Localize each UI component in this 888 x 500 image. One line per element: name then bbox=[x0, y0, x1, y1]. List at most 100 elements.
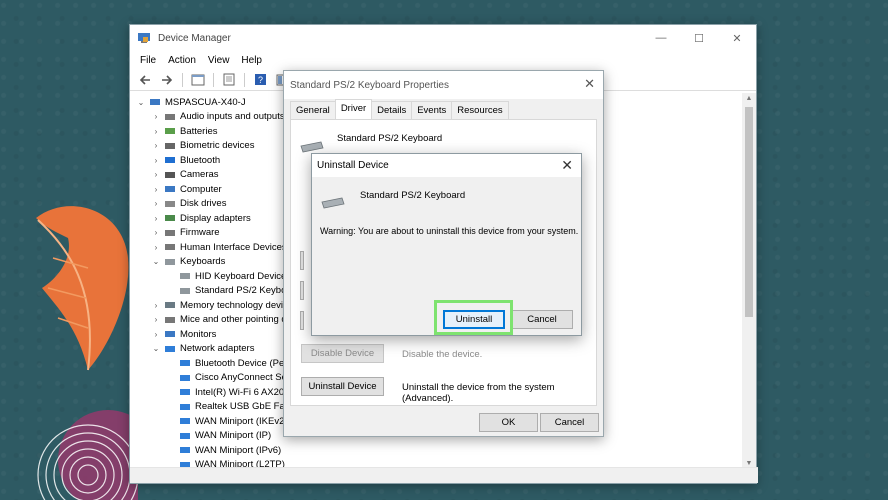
back-button[interactable] bbox=[136, 72, 154, 88]
menu-view[interactable]: View bbox=[202, 55, 236, 66]
uninstall-warning: Warning: You are about to uninstall this… bbox=[320, 226, 579, 236]
tree-item[interactable]: WAN Miniport (IPv6) bbox=[130, 443, 744, 458]
toolbar-separator bbox=[213, 72, 214, 87]
device-manager-icon bbox=[138, 33, 150, 43]
horizontal-scrollbar[interactable] bbox=[130, 467, 758, 483]
computer-icon bbox=[150, 99, 160, 106]
menu-help[interactable]: Help bbox=[235, 55, 268, 66]
network-icon bbox=[180, 374, 190, 381]
chevron-down-icon[interactable]: ⌄ bbox=[151, 344, 161, 353]
chevron-right-icon[interactable]: › bbox=[151, 156, 161, 165]
tree-item-label: Display adapters bbox=[180, 212, 251, 224]
scroll-up-icon[interactable]: ▲ bbox=[742, 95, 756, 102]
maximize-button[interactable]: ☐ bbox=[680, 25, 718, 51]
network-icon bbox=[180, 403, 190, 410]
chevron-right-icon[interactable]: › bbox=[151, 228, 161, 237]
leaf-decoration bbox=[36, 206, 129, 371]
chevron-down-icon[interactable]: ⌄ bbox=[151, 257, 161, 266]
update-driver-button-edge[interactable] bbox=[300, 251, 304, 270]
chevron-right-icon[interactable]: › bbox=[151, 112, 161, 121]
keyboard-icon bbox=[300, 141, 324, 153]
chevron-right-icon[interactable]: › bbox=[151, 141, 161, 150]
swirl-decoration bbox=[37, 410, 138, 500]
keyboard-icon bbox=[180, 287, 190, 294]
network-icon bbox=[180, 418, 190, 425]
hid-icon bbox=[165, 244, 175, 251]
memory-icon bbox=[165, 302, 175, 309]
disk-icon bbox=[165, 200, 175, 207]
chevron-right-icon[interactable]: › bbox=[151, 185, 161, 194]
scrollbar-thumb[interactable] bbox=[745, 107, 753, 317]
keyboard-icon bbox=[165, 258, 175, 265]
biometric-icon bbox=[165, 142, 175, 149]
cancel-button[interactable]: Cancel bbox=[540, 413, 599, 432]
help-button[interactable]: ? bbox=[251, 72, 269, 88]
properties-button[interactable] bbox=[220, 72, 238, 88]
disable-device-button[interactable]: Disable Device bbox=[301, 344, 384, 363]
uninstall-device-name: Standard PS/2 Keyboard bbox=[360, 190, 466, 201]
close-button[interactable]: ✕ bbox=[718, 25, 756, 51]
tree-item-label: WAN Miniport (IP) bbox=[195, 430, 272, 442]
network-icon bbox=[180, 432, 190, 439]
properties-tabs: General Driver Details Events Resources bbox=[290, 99, 509, 121]
properties-icon bbox=[223, 73, 235, 86]
vertical-scrollbar[interactable]: ▲ ▼ bbox=[742, 93, 756, 469]
chevron-right-icon[interactable]: › bbox=[151, 170, 161, 179]
minimize-button[interactable]: — bbox=[642, 25, 680, 51]
show-hide-tree-button[interactable] bbox=[189, 72, 207, 88]
uninstall-close-icon[interactable]: ✕ bbox=[561, 157, 573, 174]
disable-device-desc: Disable the device. bbox=[402, 349, 483, 360]
driver-details-button-edge[interactable] bbox=[300, 311, 304, 330]
properties-title: Standard PS/2 Keyboard Properties bbox=[284, 71, 603, 99]
tree-item-label: Biometric devices bbox=[180, 140, 255, 152]
tree-item-label: Computer bbox=[180, 183, 222, 195]
chevron-right-icon[interactable]: › bbox=[151, 243, 161, 252]
keyboard-icon bbox=[321, 197, 345, 209]
tab-resources[interactable]: Resources bbox=[451, 101, 509, 121]
uninstall-device-desc: Uninstall the device from the system (Ad… bbox=[402, 382, 555, 404]
tree-item-label: Cameras bbox=[180, 169, 219, 181]
tree-item-label: Human Interface Devices bbox=[180, 241, 287, 253]
display-adapter-icon bbox=[165, 215, 175, 222]
tree-item-label: MSPASCUA-X40-J bbox=[165, 96, 246, 108]
scroll-down-icon[interactable]: ▼ bbox=[742, 460, 756, 467]
monitor-icon bbox=[165, 331, 175, 338]
toolbar-separator bbox=[182, 72, 183, 87]
tree-item-label: HID Keyboard Device bbox=[195, 270, 287, 282]
back-arrow-icon bbox=[139, 74, 150, 85]
forward-arrow-icon bbox=[162, 74, 173, 85]
tree-item-label: Network adapters bbox=[180, 343, 255, 355]
chevron-right-icon[interactable]: › bbox=[151, 127, 161, 136]
menu-bar: File Action View Help bbox=[130, 51, 756, 69]
roll-back-button-edge[interactable] bbox=[300, 281, 304, 300]
chevron-down-icon[interactable]: ⌄ bbox=[136, 98, 146, 107]
chevron-right-icon[interactable]: › bbox=[151, 315, 161, 324]
speaker-icon bbox=[165, 113, 175, 120]
chevron-right-icon[interactable]: › bbox=[151, 301, 161, 310]
tree-item-label: Audio inputs and outputs bbox=[180, 111, 285, 123]
tree-item-label: WAN Miniport (IPv6) bbox=[195, 444, 282, 456]
uninstall-device-button[interactable]: Uninstall Device bbox=[301, 377, 384, 396]
tab-events[interactable]: Events bbox=[411, 101, 453, 121]
tree-item-label: Disk drives bbox=[180, 198, 227, 210]
network-icon bbox=[165, 345, 175, 352]
forward-button[interactable] bbox=[158, 72, 176, 88]
menu-file[interactable]: File bbox=[134, 55, 162, 66]
tree-item-label: Memory technology devices bbox=[180, 299, 298, 311]
tab-details[interactable]: Details bbox=[371, 101, 413, 121]
chevron-right-icon[interactable]: › bbox=[151, 330, 161, 339]
firmware-icon bbox=[165, 229, 175, 236]
tab-general[interactable]: General bbox=[290, 101, 336, 121]
chevron-right-icon[interactable]: › bbox=[151, 199, 161, 208]
properties-close-icon[interactable]: ✕ bbox=[584, 76, 595, 92]
tab-driver[interactable]: Driver bbox=[334, 99, 373, 119]
device-manager-titlebar[interactable]: Device Manager — ☐ ✕ bbox=[130, 25, 756, 51]
ok-button[interactable]: OK bbox=[479, 413, 538, 432]
chevron-right-icon[interactable]: › bbox=[151, 214, 161, 223]
network-icon bbox=[180, 360, 190, 367]
uninstall-cancel-button[interactable]: Cancel bbox=[511, 310, 573, 329]
help-icon: ? bbox=[254, 74, 266, 85]
battery-icon bbox=[165, 128, 175, 135]
tree-item-label: Bluetooth bbox=[180, 154, 221, 166]
menu-action[interactable]: Action bbox=[162, 55, 202, 66]
